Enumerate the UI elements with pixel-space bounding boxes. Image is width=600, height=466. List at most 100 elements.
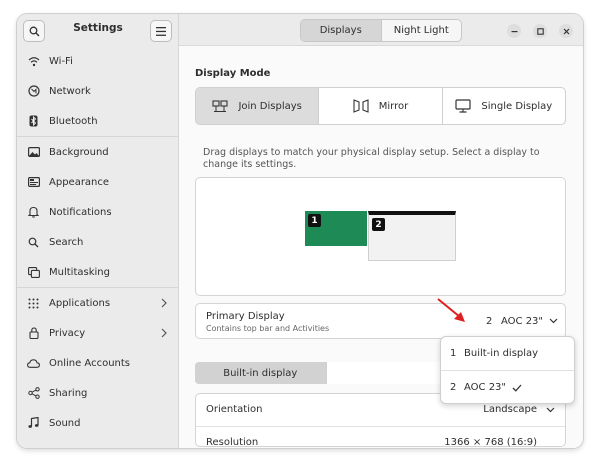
popover-item-number: 2 — [450, 382, 457, 393]
bell-icon — [28, 206, 39, 218]
minimize-icon — [511, 30, 517, 32]
sidebar-item-search[interactable]: Search — [17, 227, 179, 257]
join-displays-button[interactable]: Join Displays — [196, 88, 320, 124]
sidebar-item-label: Applications — [49, 297, 111, 309]
monitor-1[interactable]: 1 — [305, 211, 367, 246]
primary-display-popover: 1 Built-in display 2 AOC 23" — [440, 336, 575, 404]
multitasking-icon — [27, 266, 40, 278]
display-mode-group: Join Displays Mirror Single Display — [195, 87, 566, 125]
primary-display-subtitle: Contains top bar and Activities — [206, 324, 330, 333]
sidebar-item-label: Wi-Fi — [49, 55, 73, 67]
sidebar-item-label: Privacy — [49, 327, 86, 339]
resolution-label: Resolution — [206, 437, 259, 448]
orientation-value: Landscape — [483, 404, 537, 415]
chevron-down-icon[interactable] — [549, 318, 558, 324]
search-icon — [29, 26, 39, 36]
sidebar-item-label: Network — [49, 85, 91, 97]
sidebar-item-label: Sharing — [49, 387, 88, 399]
orientation-label: Orientation — [206, 404, 263, 415]
sidebar: Settings Wi-Fi Network Bluetooth Backgro… — [17, 14, 179, 448]
sidebar-item-wifi[interactable]: Wi-Fi — [17, 46, 179, 76]
sidebar-item-multitasking[interactable]: Multitasking — [17, 257, 179, 287]
join-displays-icon — [212, 99, 228, 112]
popover-item-label: AOC 23" — [464, 382, 507, 393]
sidebar-item-applications[interactable]: Applications — [17, 288, 179, 318]
sidebar-title: Settings — [73, 22, 123, 34]
sidebar-header: Settings — [17, 14, 179, 46]
monitor-2[interactable]: 2 — [368, 211, 456, 261]
checkmark-icon — [512, 384, 522, 392]
music-note-icon — [28, 417, 39, 428]
display-mode-title: Display Mode — [195, 68, 271, 79]
network-icon — [27, 85, 40, 97]
sidebar-item-privacy[interactable]: Privacy — [17, 318, 179, 348]
minimize-button[interactable] — [507, 24, 521, 38]
join-displays-label: Join Displays — [238, 100, 302, 112]
lock-icon — [28, 327, 39, 339]
single-display-icon — [455, 99, 472, 113]
sidebar-item-background[interactable]: Background — [17, 137, 179, 167]
popover-item-built-in-display[interactable]: 1 Built-in display — [441, 337, 574, 370]
mirror-button[interactable]: Mirror — [319, 88, 443, 124]
maximize-button[interactable] — [533, 24, 547, 38]
sidebar-list: Wi-Fi Network Bluetooth Background Appea… — [17, 46, 179, 438]
primary-display-title: Primary Display — [206, 311, 285, 322]
monitor-1-badge: 1 — [308, 214, 321, 227]
red-arrow-annotation-icon — [437, 298, 465, 322]
sidebar-item-sound[interactable]: Sound — [17, 408, 179, 438]
sidebar-item-online-accounts[interactable]: Online Accounts — [17, 348, 179, 378]
primary-display-value: AOC 23" — [501, 316, 544, 327]
chevron-right-icon — [161, 328, 167, 338]
sidebar-item-network[interactable]: Network — [17, 76, 179, 106]
tab-displays[interactable]: Displays — [301, 20, 382, 41]
sidebar-item-label: Search — [49, 236, 84, 248]
display-arrangement-area: 1 2 — [195, 177, 566, 296]
share-icon — [27, 387, 40, 399]
tab-night-light[interactable]: Night Light — [382, 20, 462, 41]
sidebar-menu-button[interactable] — [150, 20, 172, 42]
tab-second-display[interactable] — [325, 362, 457, 384]
header-bar: Displays Night Light — [179, 14, 583, 46]
sidebar-item-sharing[interactable]: Sharing — [17, 378, 179, 408]
sidebar-item-label: Background — [49, 146, 109, 158]
wifi-icon — [28, 56, 39, 66]
primary-display-row[interactable]: Primary Display Contains top bar and Act… — [195, 303, 566, 339]
search-icon — [28, 237, 39, 247]
sidebar-item-label: Multitasking — [49, 266, 110, 278]
display-tabs: Built-in display — [195, 362, 457, 384]
chevron-down-icon — [546, 407, 555, 413]
maximize-icon — [536, 27, 544, 35]
primary-display-number: 2 — [486, 316, 493, 327]
chevron-right-icon — [161, 298, 167, 308]
sidebar-item-notifications[interactable]: Notifications — [17, 197, 179, 227]
sidebar-item-label: Bluetooth — [49, 115, 98, 127]
sidebar-item-label: Appearance — [49, 176, 110, 188]
appearance-icon — [27, 177, 40, 187]
popover-item-number: 1 — [450, 348, 457, 359]
mirror-label: Mirror — [378, 100, 409, 112]
popover-item-label: Built-in display — [464, 348, 539, 359]
sidebar-item-label: Online Accounts — [49, 357, 131, 369]
sidebar-item-bluetooth[interactable]: Bluetooth — [17, 106, 179, 136]
background-icon — [27, 147, 40, 157]
resolution-row[interactable]: Resolution 1366 × 768 (16:9) — [196, 427, 565, 459]
sidebar-search-button[interactable] — [23, 20, 45, 42]
arrangement-help-text: Drag displays to match your physical dis… — [203, 147, 540, 170]
single-display-button[interactable]: Single Display — [443, 88, 565, 124]
close-button[interactable] — [559, 24, 573, 38]
sidebar-item-appearance[interactable]: Appearance — [17, 167, 179, 197]
resolution-value: 1366 × 768 (16:9) — [444, 437, 537, 448]
header-tabs: Displays Night Light — [300, 19, 462, 42]
monitor-2-badge: 2 — [372, 218, 385, 231]
cloud-icon — [27, 358, 40, 368]
single-display-label: Single Display — [481, 100, 553, 112]
grid-icon — [28, 298, 39, 308]
popover-item-aoc[interactable]: 2 AOC 23" — [441, 371, 574, 404]
mirror-icon — [353, 99, 369, 113]
close-icon — [563, 28, 569, 34]
hamburger-menu-icon — [156, 26, 166, 36]
sidebar-item-label: Sound — [49, 417, 81, 429]
bluetooth-icon — [29, 115, 38, 127]
tab-built-in-display[interactable]: Built-in display — [195, 362, 326, 384]
sidebar-item-label: Notifications — [49, 206, 112, 218]
